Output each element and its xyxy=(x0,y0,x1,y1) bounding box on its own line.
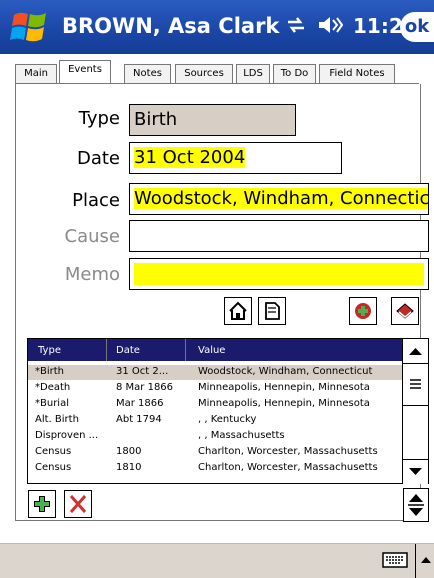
column-header-value[interactable]: Value xyxy=(198,345,225,356)
add-record-button[interactable] xyxy=(349,297,377,325)
book-button[interactable] xyxy=(391,297,419,325)
tab-to-do[interactable]: To Do xyxy=(273,64,316,83)
up-arrow-icon xyxy=(409,348,422,355)
tab-sources[interactable]: Sources xyxy=(175,64,233,83)
grip-icon xyxy=(410,379,421,389)
connectivity-icon[interactable] xyxy=(285,14,307,41)
date-value: 31 Oct 2004 xyxy=(134,147,246,168)
status-area[interactable]: 11:24 xyxy=(285,14,417,41)
keyboard-icon[interactable] xyxy=(382,550,408,570)
document-button[interactable] xyxy=(258,297,286,325)
column-header-date[interactable]: Date xyxy=(116,345,140,356)
memo-label: Memo xyxy=(64,264,120,285)
type-label: Type xyxy=(78,108,120,129)
scroll-up-button[interactable] xyxy=(403,339,428,364)
delete-event-button[interactable] xyxy=(64,490,92,518)
grid-header: Type Date Value xyxy=(28,339,402,361)
place-value: Woodstock, Windham, Connecticu xyxy=(134,188,428,209)
ok-button[interactable]: ok xyxy=(400,12,434,42)
date-field[interactable]: 31 Oct 2004 xyxy=(129,142,342,174)
menu-bar xyxy=(0,543,434,578)
app-title: BROWN, Asa Clark xyxy=(62,14,280,38)
table-row[interactable]: *Birth 31 Oct 2... Woodstock, Windham, C… xyxy=(28,365,402,380)
up-down-arrows-icon xyxy=(408,494,424,516)
table-row[interactable]: Census 1800 Charlton, Worcester, Massach… xyxy=(28,445,402,460)
down-arrow-icon xyxy=(409,468,422,475)
book-icon xyxy=(396,303,414,319)
grid-scrollbar[interactable] xyxy=(402,338,429,484)
windows-start-icon[interactable] xyxy=(10,9,50,45)
title-bar: BROWN, Asa Clark 11:24 ok xyxy=(0,0,434,54)
table-row[interactable]: Alt. Birth Abt 1794 , , Kentucky xyxy=(28,413,402,428)
tab-notes[interactable]: Notes xyxy=(124,64,171,83)
home-icon xyxy=(229,301,247,320)
table-row[interactable]: *Death 8 Mar 1866 Minneapolis, Hennepin,… xyxy=(28,381,402,396)
memo-field[interactable] xyxy=(129,258,429,290)
scroll-down-button[interactable] xyxy=(403,459,428,484)
add-event-button[interactable] xyxy=(28,490,56,518)
home-button[interactable] xyxy=(224,297,252,325)
memo-value xyxy=(134,263,424,285)
tab-events[interactable]: Events xyxy=(59,60,111,84)
tab-field-notes[interactable]: Field Notes xyxy=(319,64,395,83)
plus-icon xyxy=(34,496,50,512)
tab-lds[interactable]: LDS xyxy=(236,64,270,83)
scroll-thumb[interactable] xyxy=(403,363,428,406)
input-panel-arrow-icon[interactable] xyxy=(419,552,433,568)
volume-icon[interactable] xyxy=(317,14,344,41)
table-row[interactable]: *Burial Mar 1866 Minneapolis, Hennepin, … xyxy=(28,397,402,412)
record-spinner[interactable] xyxy=(403,488,429,522)
document-icon xyxy=(265,302,280,320)
add-record-icon xyxy=(355,303,371,319)
cause-field[interactable] xyxy=(129,220,429,252)
type-field[interactable]: Birth xyxy=(129,104,296,136)
delete-x-icon xyxy=(69,495,87,513)
menu-divider xyxy=(415,544,416,578)
cause-label: Cause xyxy=(64,226,120,247)
place-field[interactable]: Woodstock, Windham, Connecticu xyxy=(129,183,429,215)
tab-main[interactable]: Main xyxy=(15,64,57,83)
table-row[interactable]: Disproven ... , , Massachusetts xyxy=(28,429,402,444)
column-header-type[interactable]: Type xyxy=(38,345,61,356)
table-row[interactable]: Census 1810 Charlton, Worcester, Massach… xyxy=(28,461,402,476)
events-grid[interactable]: Type Date Value *Birth 31 Oct 2... Woods… xyxy=(27,338,403,484)
date-label: Date xyxy=(76,148,120,169)
place-label: Place xyxy=(72,190,120,211)
